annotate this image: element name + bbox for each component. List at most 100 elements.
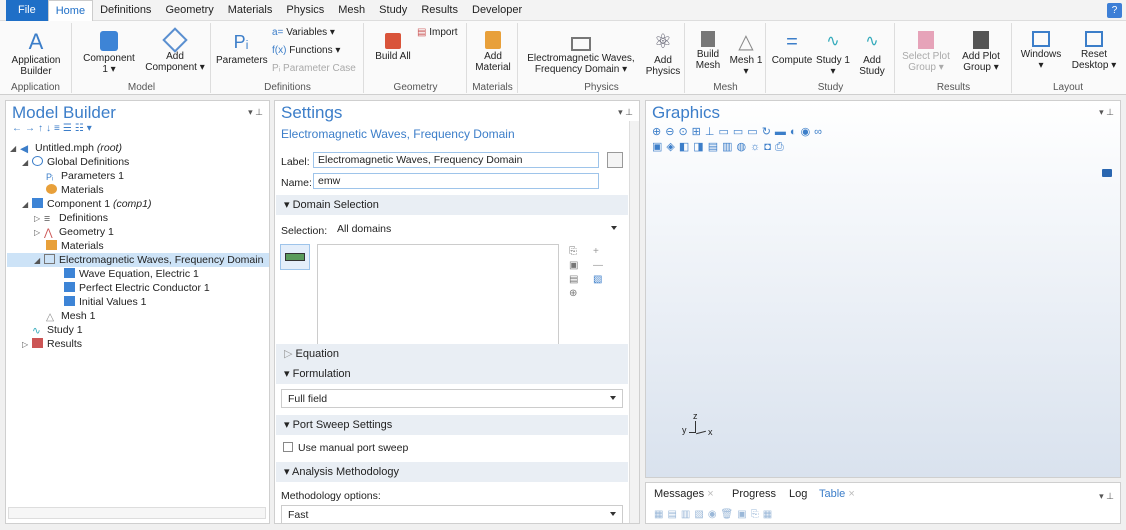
- select-plot-group-button[interactable]: Select Plot Group ▾: [900, 31, 952, 73]
- windows-button[interactable]: Windows ▾: [1017, 31, 1065, 71]
- functions-button[interactable]: f(x) Functions ▾: [272, 45, 340, 56]
- emw-physics-button[interactable]: Electromagnetic Waves, Frequency Domain …: [523, 31, 639, 75]
- collapse-arrow-icon[interactable]: ◢: [34, 254, 44, 268]
- menu-definitions[interactable]: Definitions: [93, 0, 158, 21]
- table-format-icon[interactable]: ▦: [654, 509, 667, 520]
- menu-study[interactable]: Study: [372, 0, 414, 21]
- down-icon[interactable]: ↓: [46, 123, 54, 134]
- mesh1-button[interactable]: △ Mesh 1 ▾: [728, 31, 764, 77]
- menu-results[interactable]: Results: [414, 0, 465, 21]
- menu-developer[interactable]: Developer: [465, 0, 529, 21]
- pin-icon[interactable]: ▾ ⊥: [618, 107, 633, 118]
- add-component-button[interactable]: Add Component ▾: [143, 27, 207, 73]
- help-button[interactable]: ?: [1107, 3, 1122, 18]
- collapse-arrow-icon[interactable]: ◢: [10, 142, 20, 156]
- tab-log[interactable]: Log: [789, 488, 807, 500]
- remove-icon[interactable]: —: [593, 259, 603, 273]
- tree-item-wave-equation[interactable]: Wave Equation, Electric 1: [64, 267, 199, 281]
- menu-icon[interactable]: ▾: [87, 123, 95, 134]
- tree-item-component1[interactable]: ◢ Component 1 (comp1): [22, 197, 151, 211]
- transparency-icon[interactable]: ◍: [737, 141, 751, 153]
- tree-item-global-definitions[interactable]: ◢ Global Definitions: [22, 155, 129, 169]
- collapse-arrow-icon[interactable]: ◢: [22, 198, 32, 212]
- tree-item-definitions[interactable]: ▷ ≡ Definitions: [34, 211, 108, 225]
- build-all-button[interactable]: Build All: [373, 33, 413, 62]
- expand-arrow-icon[interactable]: ▷: [22, 338, 32, 352]
- print-icon[interactable]: ⎙: [775, 141, 788, 153]
- tree-item-geometry1[interactable]: ▷ ⋀ Geometry 1: [34, 225, 114, 239]
- forward-icon[interactable]: →: [25, 123, 38, 134]
- expand-icon[interactable]: ☰: [63, 123, 75, 134]
- table-settings-icon[interactable]: ▦: [763, 509, 776, 520]
- wireframe-icon[interactable]: ▣: [652, 141, 666, 153]
- clear-selection-icon[interactable]: ▤: [569, 273, 578, 287]
- scene-light-icon[interactable]: ☼: [750, 141, 764, 153]
- tab-progress[interactable]: Progress: [732, 488, 776, 500]
- select-point-icon[interactable]: ▥: [722, 141, 736, 153]
- vertical-scrollbar[interactable]: [629, 121, 639, 523]
- manual-port-sweep-row[interactable]: Use manual port sweep: [283, 442, 408, 454]
- tree-item-emw[interactable]: ◢ Electromagnetic Waves, Frequency Domain: [7, 253, 269, 267]
- precision-icon[interactable]: ▤: [667, 509, 680, 520]
- select-domain-icon[interactable]: ◧: [679, 141, 693, 153]
- full-precision-icon[interactable]: ▥: [681, 509, 694, 520]
- zoom-in-icon[interactable]: ⊕: [652, 126, 665, 138]
- export-icon[interactable]: ▣: [737, 509, 750, 520]
- tree-item-global-materials[interactable]: Materials: [46, 183, 104, 197]
- axis-icon[interactable]: ⊥: [705, 126, 719, 138]
- select-boundary-icon[interactable]: ◨: [693, 141, 707, 153]
- zoom-box-icon[interactable]: ⊙: [678, 126, 691, 138]
- link-icon[interactable]: ∞: [814, 126, 826, 138]
- parameter-case-button[interactable]: Pᵢ Parameter Case: [272, 63, 356, 74]
- add-material-button[interactable]: Add Material: [471, 31, 515, 73]
- expand-arrow-icon[interactable]: ▷: [34, 226, 44, 240]
- manual-port-sweep-checkbox[interactable]: [283, 442, 293, 452]
- delete-icon[interactable]: 🗑: [721, 509, 738, 520]
- zoom-extents-icon[interactable]: ⊞: [692, 126, 705, 138]
- paste-selection-icon[interactable]: ⎘: [569, 245, 578, 259]
- add-physics-button[interactable]: ⚛ Add Physics: [643, 31, 683, 77]
- pin-icon[interactable]: ▾ ⊥: [1099, 491, 1114, 502]
- variables-button[interactable]: a= Variables ▾: [272, 27, 335, 38]
- close-icon[interactable]: ×: [848, 488, 854, 500]
- copy-icon[interactable]: ⎘: [751, 509, 763, 520]
- collapse-arrow-icon[interactable]: ◢: [22, 156, 32, 170]
- filter-icon[interactable]: ≡: [54, 123, 63, 134]
- formulation-dropdown[interactable]: Full field: [281, 389, 623, 408]
- compute-button[interactable]: = Compute: [771, 31, 813, 66]
- tree-item-materials[interactable]: Materials: [46, 239, 104, 253]
- study1-button[interactable]: ∿ Study 1 ▾: [815, 31, 851, 77]
- methodology-dropdown[interactable]: Fast: [281, 505, 623, 523]
- add-icon[interactable]: +: [593, 245, 603, 259]
- build-mesh-button[interactable]: Build Mesh: [690, 31, 726, 71]
- zoom-to-selection-icon[interactable]: ⊕: [569, 287, 578, 301]
- horizontal-scrollbar[interactable]: [8, 507, 266, 519]
- tree-item-pec[interactable]: Perfect Electric Conductor 1: [64, 281, 210, 295]
- name-input[interactable]: emw: [313, 173, 599, 189]
- section-formulation[interactable]: ▾ Formulation: [276, 364, 628, 384]
- camera-icon[interactable]: ◉: [801, 126, 815, 138]
- render-icon[interactable]: ▬: [775, 126, 790, 138]
- collapse-icon[interactable]: ☷: [75, 123, 87, 134]
- parameters-button[interactable]: Pᵢ Parameters: [216, 31, 268, 66]
- section-port-sweep[interactable]: ▾ Port Sweep Settings: [276, 415, 628, 435]
- tree-item-results[interactable]: ▷ Results: [22, 337, 82, 351]
- active-toggle-button[interactable]: [280, 244, 310, 270]
- tree-item-mesh1[interactable]: △ Mesh 1: [46, 309, 95, 323]
- selection-dropdown[interactable]: All domains: [331, 220, 623, 239]
- menu-file[interactable]: File: [6, 0, 48, 21]
- rotate-icon[interactable]: ↻: [762, 126, 775, 138]
- zoom-out-icon[interactable]: ⊖: [665, 126, 678, 138]
- section-equation[interactable]: ▷ Equation: [276, 344, 628, 364]
- light-icon[interactable]: ◐: [790, 126, 801, 138]
- view-zx-icon[interactable]: ▭: [747, 126, 761, 138]
- expand-arrow-icon[interactable]: ▷: [34, 212, 44, 226]
- tree-item-root[interactable]: ◢ ◀ Untitled.mph (root): [10, 141, 122, 155]
- snapshot-icon[interactable]: ◘: [764, 141, 775, 153]
- reset-desktop-button[interactable]: Reset Desktop ▾: [1067, 31, 1121, 71]
- menu-home[interactable]: Home: [47, 0, 94, 21]
- add-plot-group-button[interactable]: Add Plot Group ▾: [954, 31, 1008, 73]
- component-button[interactable]: Component 1 ▾: [79, 31, 139, 75]
- close-icon[interactable]: ×: [707, 488, 713, 500]
- tree-item-initial-values[interactable]: Initial Values 1: [64, 295, 147, 309]
